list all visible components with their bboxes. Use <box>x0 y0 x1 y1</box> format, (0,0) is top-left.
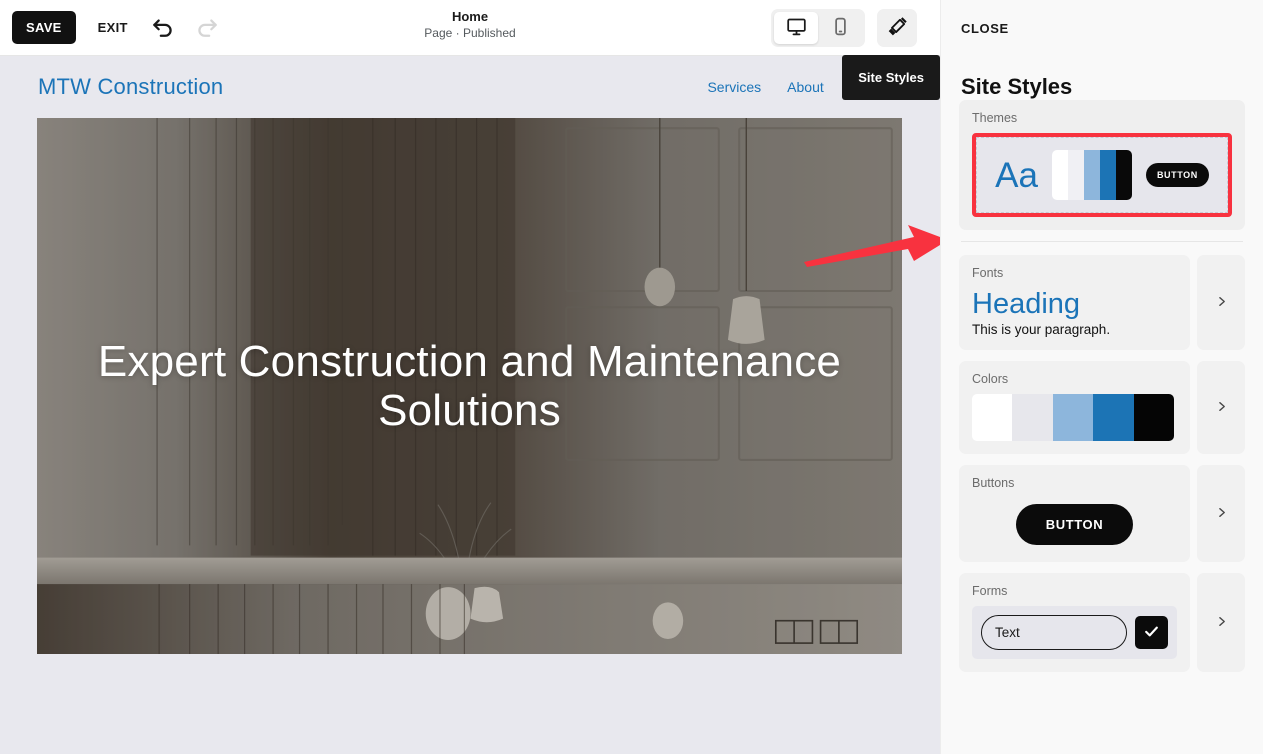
button-sample-wrap: BUTTON <box>972 498 1177 549</box>
section-fonts: Fonts Heading This is your paragraph. <box>959 255 1245 351</box>
color-swatch-2 <box>1012 394 1053 442</box>
fonts-heading-sample: Heading <box>972 288 1081 320</box>
theme-swatch-3 <box>1083 150 1100 200</box>
editor-area: SAVE EXIT Home Page · Published Site Sty… <box>0 0 940 754</box>
device-preview-toggle <box>771 9 865 47</box>
close-panel-button[interactable]: CLOSE <box>961 21 1009 36</box>
panel-header: CLOSE Site Styles <box>941 0 1263 100</box>
colors-expand-button[interactable] <box>1197 361 1245 455</box>
hero-heading[interactable]: Expert Construction and Maintenance Solu… <box>37 118 902 654</box>
chevron-right-icon <box>1215 295 1228 311</box>
theme-swatch-4 <box>1099 150 1116 200</box>
exit-button[interactable]: EXIT <box>90 12 136 43</box>
mobile-phone-icon <box>830 16 851 40</box>
theme-swatch-2 <box>1067 150 1084 200</box>
panel-title: Site Styles <box>961 74 1073 99</box>
fonts-card[interactable]: Fonts Heading This is your paragraph. <box>959 255 1190 351</box>
form-text-input-sample[interactable]: Text <box>981 615 1127 651</box>
section-forms: Forms Text <box>959 573 1245 673</box>
form-submit-sample[interactable] <box>1135 616 1168 650</box>
forms-expand-button[interactable] <box>1197 573 1245 673</box>
site-styles-panel: CLOSE Site Styles Themes Aa BUTTON Fonts… <box>940 0 1263 754</box>
mobile-view-button[interactable] <box>818 12 862 44</box>
forms-label: Forms <box>972 584 1008 599</box>
desktop-monitor-icon <box>786 16 807 40</box>
section-colors: Colors <box>959 361 1245 455</box>
desktop-view-button[interactable] <box>774 12 818 44</box>
theme-preview[interactable]: Aa BUTTON <box>976 137 1228 213</box>
theme-highlight-outline: Aa BUTTON <box>972 133 1232 217</box>
panel-divider <box>961 241 1243 242</box>
site-styles-button[interactable] <box>877 9 917 47</box>
checkmark-icon <box>1143 623 1160 643</box>
site-brand[interactable]: MTW Construction <box>38 74 223 100</box>
panel-sections: Themes Aa BUTTON Fonts Heading This is y… <box>941 100 1263 754</box>
save-button[interactable]: SAVE <box>12 11 76 44</box>
buttons-card[interactable]: Buttons BUTTON <box>959 465 1190 563</box>
themes-label: Themes <box>972 111 1018 125</box>
editor-toolbar: SAVE EXIT Home Page · Published Site Sty… <box>0 0 940 100</box>
fonts-expand-button[interactable] <box>1197 255 1245 351</box>
theme-button-sample: BUTTON <box>1145 163 1209 187</box>
section-themes: Themes Aa BUTTON <box>959 100 1245 230</box>
theme-swatch-5 <box>1115 150 1132 200</box>
app-root: SAVE EXIT Home Page · Published Site Sty… <box>0 0 1263 754</box>
color-swatch-3 <box>1052 394 1094 442</box>
color-swatch-5 <box>1133 394 1174 442</box>
undo-arrow-icon <box>150 13 176 42</box>
theme-swatch-1 <box>1051 150 1068 200</box>
theme-font-sample: Aa <box>995 155 1038 195</box>
site-header: MTW Construction Services About Contact <box>0 56 940 118</box>
chevron-right-icon <box>1215 615 1228 631</box>
colors-card[interactable]: Colors <box>959 361 1190 455</box>
buttons-label: Buttons <box>972 476 1015 491</box>
section-buttons: Buttons BUTTON <box>959 465 1245 563</box>
color-swatch-4 <box>1093 394 1134 442</box>
colors-label: Colors <box>972 372 1009 387</box>
redo-arrow-icon <box>194 13 220 42</box>
site-canvas: MTW Construction Services About Contact <box>0 56 940 754</box>
colors-swatch-row <box>972 394 1174 442</box>
chevron-right-icon <box>1215 506 1228 522</box>
undo-button[interactable] <box>146 9 180 46</box>
nav-item-about[interactable]: About <box>787 79 824 95</box>
site-styles-tooltip: Site Styles <box>842 55 940 100</box>
chevron-right-icon <box>1215 400 1228 416</box>
form-sample: Text <box>972 606 1177 660</box>
buttons-expand-button[interactable] <box>1197 465 1245 563</box>
theme-swatch-strip <box>1051 150 1132 200</box>
paintbrush-icon <box>886 15 909 41</box>
redo-button[interactable] <box>190 9 224 46</box>
hero-section[interactable]: Expert Construction and Maintenance Solu… <box>37 118 902 654</box>
fonts-label: Fonts <box>972 266 1004 280</box>
nav-item-services[interactable]: Services <box>707 79 761 95</box>
color-swatch-1 <box>972 394 1013 442</box>
button-style-sample[interactable]: BUTTON <box>1015 504 1134 546</box>
fonts-paragraph-sample: This is your paragraph. <box>972 322 1111 338</box>
forms-card[interactable]: Forms Text <box>959 573 1190 673</box>
themes-card: Themes Aa BUTTON <box>959 100 1245 230</box>
